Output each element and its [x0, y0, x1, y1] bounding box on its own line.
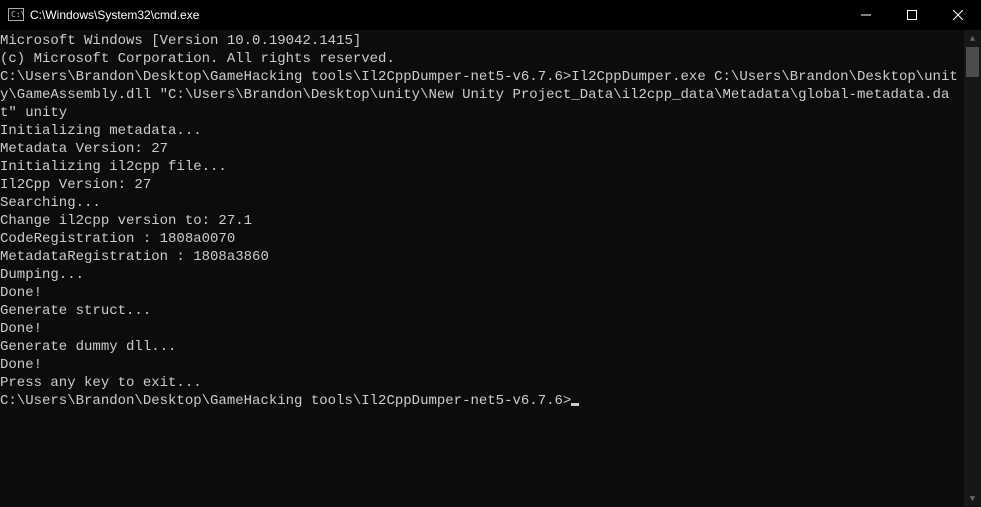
scroll-up-arrow[interactable]: ▲ [964, 30, 981, 47]
terminal-line: Press any key to exit... [0, 374, 964, 392]
close-button[interactable] [935, 0, 981, 30]
terminal-line: Microsoft Windows [Version 10.0.19042.14… [0, 32, 964, 50]
terminal-line: Searching... [0, 194, 964, 212]
terminal-line: Generate struct... [0, 302, 964, 320]
window-title: C:\Windows\System32\cmd.exe [30, 8, 199, 22]
terminal-line: Generate dummy dll... [0, 338, 964, 356]
terminal-line: Change il2cpp version to: 27.1 [0, 212, 964, 230]
cmd-icon: C:\ [8, 7, 24, 23]
terminal-line: Done! [0, 320, 964, 338]
terminal-line: Done! [0, 284, 964, 302]
terminal-line: Dumping... [0, 266, 964, 284]
terminal-cursor [571, 403, 579, 406]
terminal-line: Initializing il2cpp file... [0, 158, 964, 176]
svg-text:C:\: C:\ [11, 10, 24, 19]
terminal-output[interactable]: Microsoft Windows [Version 10.0.19042.14… [0, 30, 964, 507]
terminal-line: C:\Users\Brandon\Desktop\GameHacking too… [0, 68, 964, 122]
scroll-track[interactable] [964, 47, 981, 490]
terminal-line: Done! [0, 356, 964, 374]
terminal-line: CodeRegistration : 1808a0070 [0, 230, 964, 248]
terminal-area: Microsoft Windows [Version 10.0.19042.14… [0, 30, 981, 507]
window-controls [843, 0, 981, 30]
terminal-prompt: C:\Users\Brandon\Desktop\GameHacking too… [0, 393, 571, 409]
terminal-line: Metadata Version: 27 [0, 140, 964, 158]
scrollbar[interactable]: ▲ ▼ [964, 30, 981, 507]
terminal-line: MetadataRegistration : 1808a3860 [0, 248, 964, 266]
window-titlebar: C:\ C:\Windows\System32\cmd.exe [0, 0, 981, 30]
terminal-line: Initializing metadata... [0, 122, 964, 140]
terminal-line: Il2Cpp Version: 27 [0, 176, 964, 194]
scroll-thumb[interactable] [966, 47, 979, 77]
maximize-button[interactable] [889, 0, 935, 30]
terminal-prompt-line[interactable]: C:\Users\Brandon\Desktop\GameHacking too… [0, 392, 964, 410]
terminal-line: (c) Microsoft Corporation. All rights re… [0, 50, 964, 68]
scroll-down-arrow[interactable]: ▼ [964, 490, 981, 507]
minimize-button[interactable] [843, 0, 889, 30]
